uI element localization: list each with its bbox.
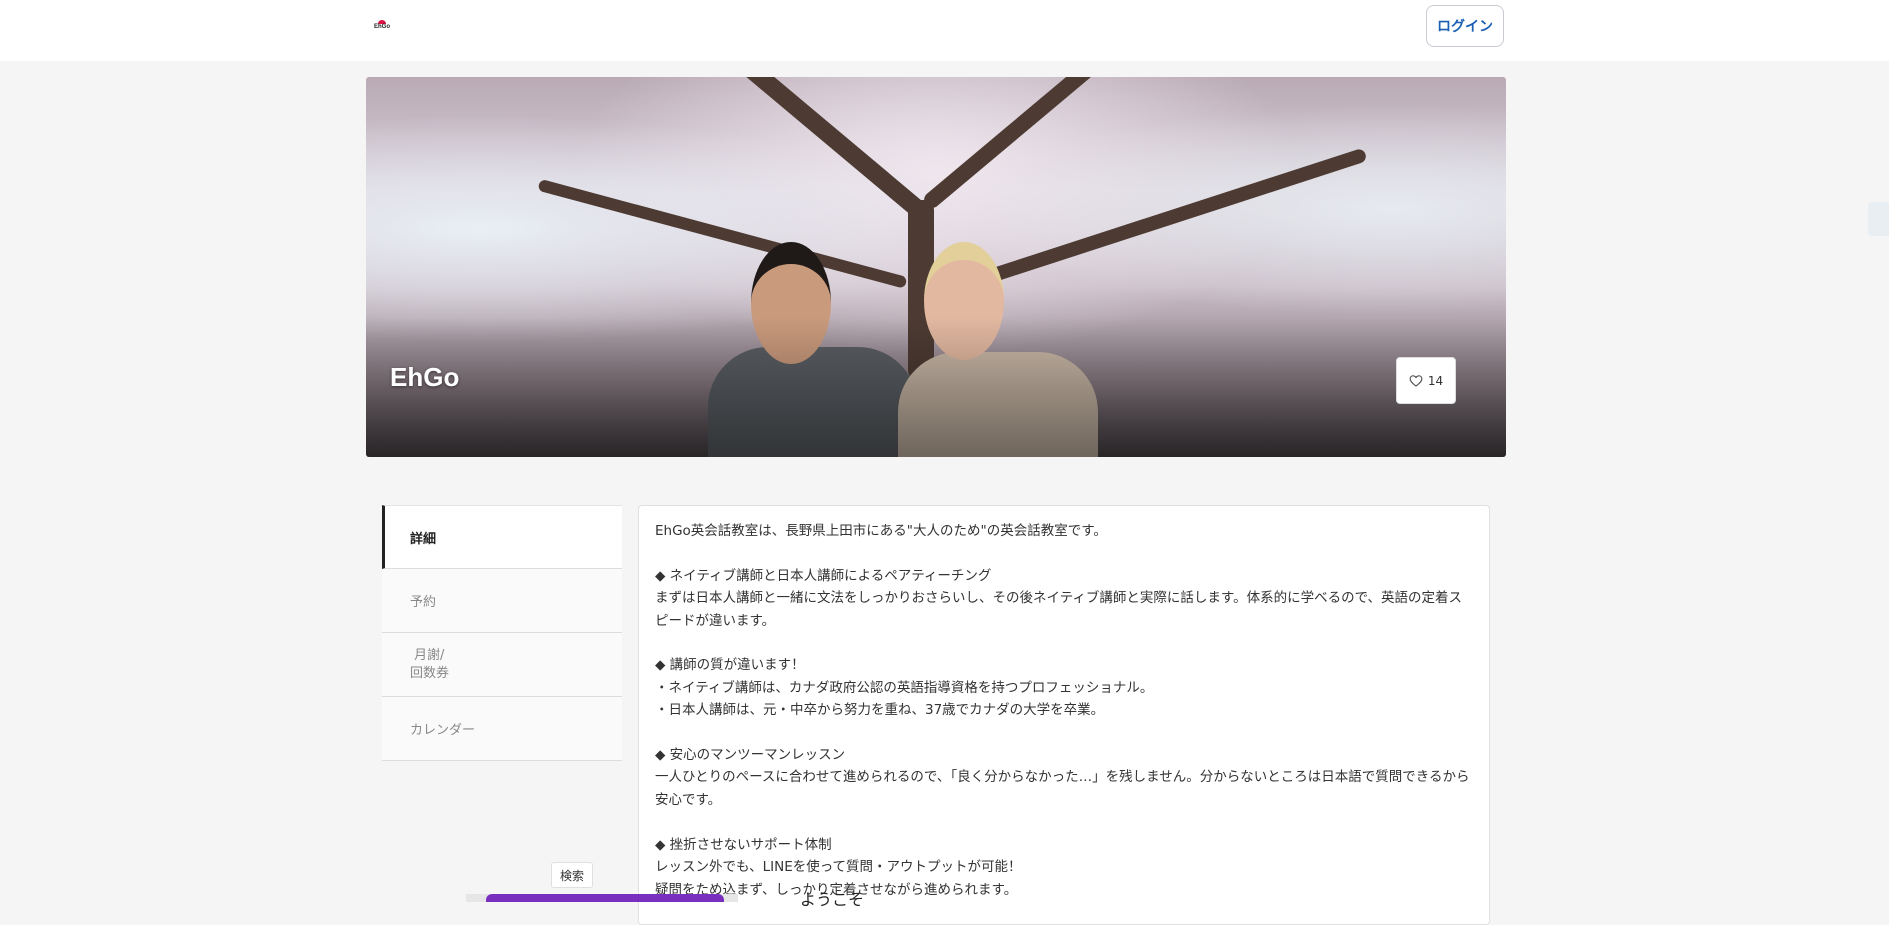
bottom-overlay-text: ようこそ: [800, 890, 865, 909]
description-panel: EhGo英会話教室は、長野県上田市にある"大人のため"の英会話教室です。 ◆ ネ…: [638, 505, 1490, 925]
login-button[interactable]: ログイン: [1426, 5, 1504, 47]
top-header: EhGo ログイン: [0, 0, 1889, 61]
description-line: [655, 542, 1473, 564]
sidebar-item-details[interactable]: 詳細: [382, 505, 622, 569]
description-line: 一人ひとりのペースに合わせて進められるので、「良く分からなかった…」を残しません…: [655, 769, 1470, 808]
right-edge-tab[interactable]: [1868, 202, 1889, 236]
like-button[interactable]: 14: [1396, 357, 1456, 404]
sidebar-item-label: カレンダー: [410, 723, 476, 738]
description-line: レッスン外でも、LINEを使って質問・アウトプットが可能！: [655, 859, 1022, 876]
sidebar-item-monthly-tickets[interactable]: 月謝/ 回数券: [382, 633, 622, 697]
description-line: [655, 722, 1473, 744]
description-line: ・ネイティブ講師は、カナダ政府公認の英語指導資格を持つプロフェッショナル。: [655, 679, 1154, 696]
shop-title: EhGo: [390, 362, 460, 392]
description-line: ◆ 挫折させないサポート体制: [655, 836, 832, 853]
description-line: [655, 632, 1473, 654]
description-line: ◆ 安心のマンツーマンレッスン: [655, 747, 846, 764]
description-line: 疑問をため込まず、しっかり定着させながら進められます。: [655, 881, 1018, 898]
sidebar-item-label-line1: 月謝/: [414, 647, 445, 663]
site-logo[interactable]: EhGo: [371, 18, 393, 32]
sidebar-item-calendar[interactable]: カレンダー: [382, 697, 622, 761]
sidebar-item-label: 詳細: [410, 531, 437, 547]
description-line: ◆ 講師の質が違います！: [655, 657, 805, 674]
sidebar-item-reservation[interactable]: 予約: [382, 569, 622, 633]
hero-gradient-overlay: [366, 317, 1506, 457]
heart-outline-icon: [1409, 375, 1423, 387]
description-line: ・日本人講師は、元・中卒から努力を重ね、37歳でカナダの大学を卒業。: [655, 702, 1105, 719]
like-count: 14: [1427, 373, 1444, 388]
description-line: [655, 811, 1473, 833]
bottom-purple-button[interactable]: [486, 894, 724, 902]
description-line: EhGo英会話教室は、長野県上田市にある"大人のため"の英会話教室です。: [655, 523, 1107, 539]
logo-text: EhGo: [374, 23, 390, 30]
sidebar-nav: 詳細 予約 月謝/ 回数券 カレンダー: [382, 505, 622, 761]
description-line: ◆ ネイティブ講師と日本人講師によるペアティーチング: [655, 567, 992, 584]
hero-banner-image: [366, 77, 1506, 457]
search-tooltip: 検索: [551, 862, 593, 888]
sidebar-item-label-line2: 回数券: [410, 665, 450, 681]
sidebar-item-label: 予約: [410, 595, 437, 610]
description-line: まずは日本人講師と一緒に文法をしっかりおさらいし、その後ネイティブ講師と実際に話…: [655, 590, 1463, 629]
